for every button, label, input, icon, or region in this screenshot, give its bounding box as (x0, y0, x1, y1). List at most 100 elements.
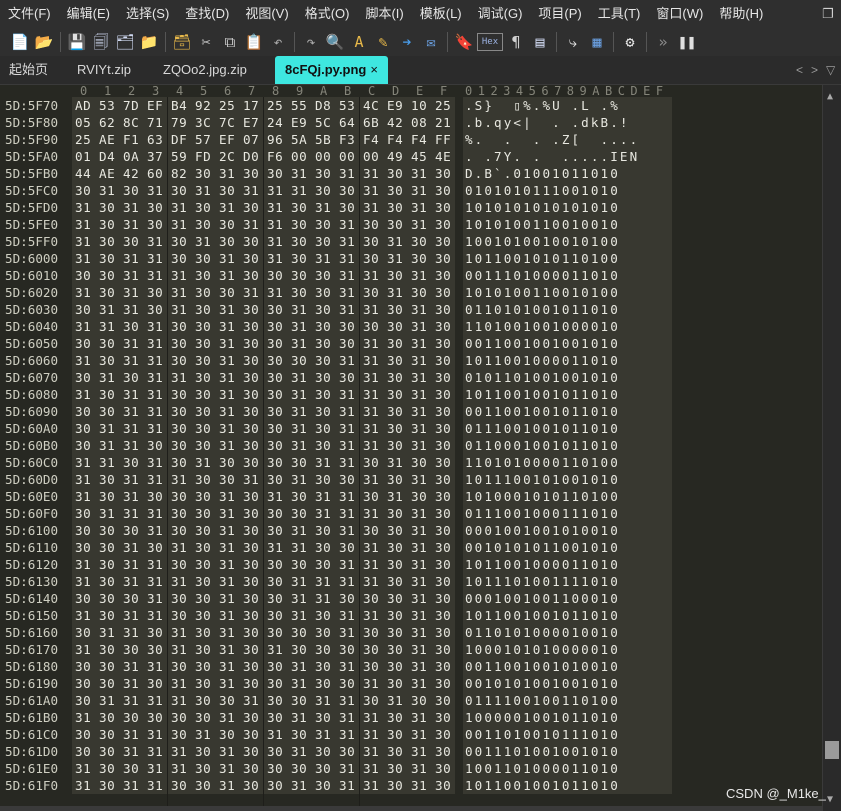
hex-byte[interactable]: 30 (99, 471, 115, 488)
hex-byte[interactable]: 30 (219, 471, 235, 488)
copy-icon[interactable]: ⧉ (219, 31, 241, 53)
hex-byte[interactable]: 31 (171, 573, 187, 590)
hex-byte[interactable]: 30 (387, 182, 403, 199)
word-wrap-icon[interactable]: ⤷ (562, 31, 584, 53)
hex-byte[interactable]: 31 (387, 692, 403, 709)
hex-byte[interactable]: 31 (75, 777, 91, 794)
hex-byte[interactable]: 30 (267, 624, 283, 641)
hex-row[interactable]: 5D:6000 31 30 31 31 30 30 31 30 31 30 31 31 30 31 30 30 1… (0, 250, 822, 267)
hex-byte[interactable]: 31 (243, 692, 259, 709)
hex-byte[interactable]: 30 (339, 369, 355, 386)
scroll-down-icon[interactable]: ▼ (827, 794, 833, 805)
hex-byte[interactable]: 30 (243, 301, 259, 318)
hex-byte[interactable]: 31 (147, 233, 163, 250)
hex-byte[interactable]: 31 (219, 250, 235, 267)
hex-byte[interactable]: 30 (387, 352, 403, 369)
hex-byte[interactable]: 31 (147, 250, 163, 267)
hex-byte[interactable]: 30 (435, 233, 451, 250)
hex-byte[interactable]: 30 (243, 250, 259, 267)
hex-byte[interactable]: 30 (315, 233, 331, 250)
ascii-text[interactable]: 0011101000011010 (465, 267, 620, 284)
hex-byte[interactable]: 30 (315, 369, 331, 386)
hex-byte[interactable]: 31 (99, 420, 115, 437)
hex-byte[interactable]: 30 (387, 573, 403, 590)
hex-byte[interactable]: 30 (267, 420, 283, 437)
hex-byte[interactable]: 31 (291, 777, 307, 794)
ascii-text[interactable]: 1011001001011010 (465, 607, 620, 624)
hex-byte[interactable]: 31 (147, 386, 163, 403)
hex-byte[interactable]: 30 (315, 216, 331, 233)
hex-byte[interactable]: 30 (291, 692, 307, 709)
ascii-text[interactable]: 0001001001100010 (465, 590, 620, 607)
hex-byte[interactable]: 31 (411, 301, 427, 318)
hex-byte[interactable]: 31 (411, 607, 427, 624)
hex-row[interactable]: 5D:60F0 30 31 31 31 30 30 31 30 30 30 31 31 31 30 31 30 0… (0, 505, 822, 522)
hex-byte[interactable]: 31 (123, 403, 139, 420)
hex-byte[interactable]: 30 (267, 454, 283, 471)
hex-byte[interactable]: 30 (267, 556, 283, 573)
hex-byte[interactable]: 31 (339, 165, 355, 182)
hex-byte[interactable]: 31 (75, 607, 91, 624)
hex-byte[interactable]: 25 (435, 97, 451, 114)
hex-row[interactable]: 5D:61F0 31 30 31 31 30 30 31 30 30 31 30 31 31 30 31 30 1… (0, 777, 822, 794)
hex-byte[interactable]: 30 (267, 573, 283, 590)
hex-byte[interactable]: 30 (435, 709, 451, 726)
hex-byte[interactable]: 31 (267, 726, 283, 743)
hex-byte[interactable]: 30 (315, 318, 331, 335)
hex-byte[interactable]: 31 (363, 709, 379, 726)
hex-byte[interactable]: 31 (147, 369, 163, 386)
hex-byte[interactable]: 31 (411, 760, 427, 777)
hex-byte[interactable]: 30 (291, 216, 307, 233)
hex-byte[interactable]: 30 (123, 318, 139, 335)
hex-byte[interactable]: 30 (315, 522, 331, 539)
hex-byte[interactable]: 31 (363, 573, 379, 590)
hex-byte[interactable]: 31 (123, 505, 139, 522)
hex-byte[interactable]: 31 (219, 267, 235, 284)
hex-byte[interactable]: 30 (99, 386, 115, 403)
hex-byte[interactable]: 30 (171, 318, 187, 335)
hex-byte[interactable]: 30 (195, 505, 211, 522)
hex-byte[interactable]: 30 (435, 386, 451, 403)
hex-byte[interactable]: 31 (147, 590, 163, 607)
hex-byte[interactable]: 31 (411, 709, 427, 726)
hex-byte[interactable]: 30 (291, 726, 307, 743)
hex-byte[interactable]: 31 (291, 403, 307, 420)
hex-byte[interactable]: 30 (387, 607, 403, 624)
hex-row[interactable]: 5D:5FC0 30 31 30 31 30 31 30 31 31 31 30 30 31 30 31 30 0… (0, 182, 822, 199)
hex-row[interactable]: 5D:6070 30 31 30 31 31 30 31 30 30 31 30 30 31 30 31 30 0… (0, 369, 822, 386)
hex-byte[interactable]: 30 (195, 675, 211, 692)
hex-byte[interactable]: 31 (219, 301, 235, 318)
scrollbar-thumb[interactable] (825, 741, 839, 759)
hex-byte[interactable]: 31 (123, 743, 139, 760)
hex-byte[interactable]: 30 (339, 335, 355, 352)
hex-byte[interactable]: 30 (243, 488, 259, 505)
hex-byte[interactable]: F4 (363, 131, 379, 148)
new-file-icon[interactable]: 📄 (9, 31, 31, 53)
hex-byte[interactable]: 30 (171, 726, 187, 743)
hex-byte[interactable]: 31 (411, 352, 427, 369)
hex-byte[interactable]: 30 (387, 505, 403, 522)
hex-byte[interactable]: 31 (363, 403, 379, 420)
ascii-text[interactable]: 1101010000110100 (465, 454, 620, 471)
ascii-text[interactable]: 0101101001001010 (465, 369, 620, 386)
hex-byte[interactable]: 31 (291, 386, 307, 403)
hex-byte[interactable]: 30 (99, 658, 115, 675)
hex-byte[interactable]: 0A (123, 148, 139, 165)
hex-byte[interactable]: 30 (435, 522, 451, 539)
hex-byte[interactable]: 30 (315, 675, 331, 692)
hex-byte[interactable]: AE (99, 131, 115, 148)
ascii-text[interactable]: 1010001010110100 (465, 488, 620, 505)
hex-byte[interactable]: 31 (387, 250, 403, 267)
hex-byte[interactable]: 30 (195, 216, 211, 233)
hex-byte[interactable]: 7C (219, 114, 235, 131)
hex-byte[interactable]: 30 (411, 250, 427, 267)
hex-byte[interactable]: 30 (435, 726, 451, 743)
hex-byte[interactable]: 31 (243, 216, 259, 233)
hex-byte[interactable]: 31 (339, 267, 355, 284)
hex-byte[interactable]: 30 (243, 590, 259, 607)
hex-byte[interactable]: 31 (291, 539, 307, 556)
hex-byte[interactable]: 3C (195, 114, 211, 131)
tab-next-icon[interactable]: > (811, 56, 818, 84)
hex-byte[interactable]: EF (219, 131, 235, 148)
hex-byte[interactable]: 30 (435, 760, 451, 777)
